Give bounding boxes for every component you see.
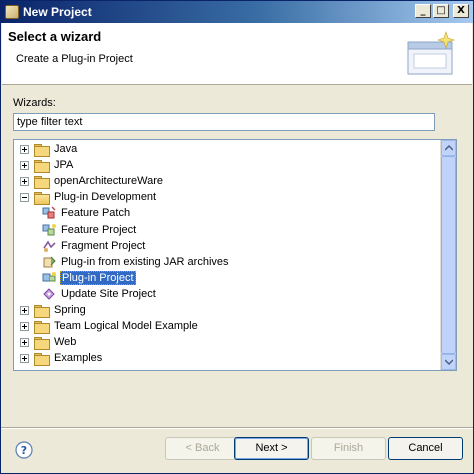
- expand-icon[interactable]: [20, 337, 29, 347]
- tree-folder-row[interactable]: Java: [20, 141, 78, 157]
- chevron-down-icon: [445, 359, 453, 365]
- fragment-project-icon: [42, 239, 60, 253]
- tree-scrollbar[interactable]: [440, 140, 456, 370]
- expand-icon[interactable]: [20, 321, 29, 331]
- tree-wizard-row[interactable]: Update Site Project: [42, 286, 157, 302]
- plugin-jar-icon: [42, 255, 60, 269]
- finish-button[interactable]: Finish: [311, 437, 386, 460]
- button-bar-separator: [1, 427, 473, 429]
- folder-icon: [34, 336, 50, 350]
- cancel-button[interactable]: Cancel: [388, 437, 463, 460]
- tree-item-label: Web: [54, 336, 77, 349]
- title-bar[interactable]: New Project _ □ X: [1, 1, 473, 23]
- maximize-button[interactable]: □: [433, 4, 449, 18]
- wizards-label: Wizards:: [13, 97, 56, 109]
- plugin-project-icon: [42, 271, 60, 285]
- scroll-up-button[interactable]: [441, 140, 456, 156]
- tree-item-label: Plug-in Development: [54, 191, 157, 204]
- scroll-thumb[interactable]: [441, 156, 456, 354]
- tree-item-label: Fragment Project: [61, 239, 146, 252]
- tree-item-label: Java: [54, 143, 78, 155]
- tree-folder-row[interactable]: openArchitectureWare: [20, 173, 164, 189]
- folder-open-icon: [34, 191, 50, 205]
- tree-item-label: Examples: [54, 352, 103, 365]
- update-site-icon: [42, 287, 60, 301]
- feature-project-icon: [42, 223, 60, 237]
- folder-icon: [34, 159, 50, 173]
- tree-wizard-row[interactable]: Feature Patch: [42, 205, 131, 221]
- expand-icon[interactable]: [20, 305, 29, 315]
- tree-item-label: Feature Project: [61, 223, 137, 236]
- tree-item-label: Feature Patch: [61, 207, 131, 220]
- tree-item-label: Spring: [54, 304, 86, 316]
- tree-folder-row[interactable]: Plug-in Development: [20, 189, 157, 205]
- tree-item-label: Update Site Project: [61, 287, 156, 300]
- tree-item-label: Plug-in from existing JAR archives: [61, 255, 229, 268]
- tree-wizard-row[interactable]: Fragment Project: [42, 238, 146, 254]
- filter-input[interactable]: [13, 113, 435, 131]
- folder-icon: [34, 143, 50, 157]
- folder-icon: [34, 320, 50, 334]
- feature-patch-icon: [42, 206, 60, 220]
- expand-icon[interactable]: [20, 160, 29, 170]
- folder-icon: [34, 352, 50, 366]
- tree-wizard-row[interactable]: Feature Project: [42, 222, 137, 238]
- next-button[interactable]: Next >: [234, 437, 309, 460]
- chevron-up-icon: [445, 145, 453, 151]
- tree-folder-row[interactable]: Team Logical Model Example: [20, 318, 199, 334]
- tree-folder-row[interactable]: Examples: [20, 350, 103, 366]
- help-icon[interactable]: ?: [15, 441, 33, 459]
- wizard-banner-icon: [407, 31, 455, 75]
- window-title: New Project: [23, 5, 92, 19]
- tree-item-label: Team Logical Model Example: [54, 320, 198, 333]
- header-title: Select a wizard: [8, 29, 102, 44]
- tree-wizard-row[interactable]: Plug-in from existing JAR archives: [42, 254, 230, 270]
- expand-icon[interactable]: [20, 353, 29, 363]
- svg-text:?: ?: [21, 444, 27, 457]
- new-project-dialog: New Project _ □ X Select a wizard Create…: [0, 0, 474, 474]
- tree-item-label: JPA: [54, 159, 74, 172]
- close-button[interactable]: X: [453, 4, 469, 18]
- folder-icon: [34, 304, 50, 318]
- back-button[interactable]: < Back: [165, 437, 240, 460]
- tree-folder-row[interactable]: Spring: [20, 302, 87, 318]
- wizard-tree[interactable]: Java JPA openArchitectureWare Plug-in Devel…: [13, 139, 457, 371]
- expand-icon[interactable]: [20, 176, 29, 186]
- tree-item-label: Plug-in Project: [60, 270, 136, 285]
- eclipse-window-icon: [5, 5, 19, 19]
- collapse-icon[interactable]: [20, 192, 29, 202]
- tree-wizard-row[interactable]: Plug-in Project: [42, 270, 136, 286]
- window-controls: _ □ X: [415, 4, 469, 18]
- tree-folder-row[interactable]: JPA: [20, 157, 74, 173]
- tree-folder-row[interactable]: Web: [20, 334, 77, 350]
- expand-icon[interactable]: [20, 144, 29, 154]
- tree-item-label: openArchitectureWare: [54, 175, 164, 188]
- header-description: Create a Plug-in Project: [16, 53, 133, 65]
- minimize-button[interactable]: _: [415, 4, 431, 18]
- folder-icon: [34, 175, 50, 189]
- wizard-header: Select a wizard Create a Plug-in Project: [2, 23, 472, 85]
- scroll-down-button[interactable]: [441, 354, 456, 370]
